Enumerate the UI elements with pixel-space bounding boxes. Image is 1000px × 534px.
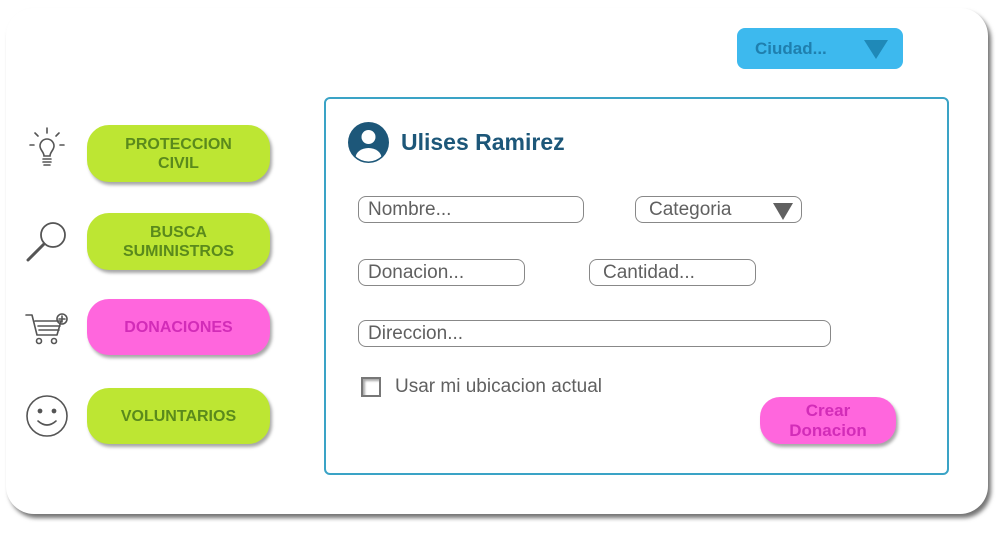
- donacion-placeholder: Donacion...: [368, 262, 465, 283]
- direccion-input[interactable]: Direccion...: [358, 320, 831, 347]
- city-dropdown[interactable]: Ciudad...: [737, 28, 903, 69]
- nav-proteccion-civil-label-2: CIVIL: [158, 154, 199, 172]
- user-name: Ulises Ramirez: [401, 129, 565, 155]
- create-donation-label-2: Donacion: [789, 420, 867, 440]
- cantidad-placeholder: Cantidad...: [603, 262, 695, 283]
- categoria-select[interactable]: Categoria: [635, 196, 802, 223]
- lightbulb-icon: [29, 127, 65, 166]
- nav-donaciones-button[interactable]: DONACIONES: [87, 299, 270, 355]
- create-donation-label-1: Crear: [805, 400, 851, 420]
- magnifier-icon: [26, 222, 66, 262]
- nav-voluntarios-label: VOLUNTARIOS: [120, 407, 237, 425]
- nav-busca-suministros-label-1: BUSCA: [150, 223, 207, 241]
- nav-donaciones-label: DONACIONES: [124, 318, 233, 336]
- nav-busca-suministros-button[interactable]: BUSCA SUMINISTROS: [87, 213, 270, 270]
- create-donation-button[interactable]: Crear Donacion: [760, 397, 896, 444]
- cart-add-icon: [25, 313, 68, 345]
- use-location-label: Usar mi ubicacion actual: [395, 376, 602, 397]
- nombre-input[interactable]: Nombre...: [358, 196, 584, 223]
- nombre-placeholder: Nombre...: [368, 199, 452, 220]
- use-location-checkbox[interactable]: [361, 377, 381, 397]
- smiley-icon: [26, 395, 68, 437]
- nav-busca-suministros-label-2: SUMINISTROS: [122, 242, 235, 260]
- donacion-input[interactable]: Donacion...: [358, 259, 525, 286]
- cantidad-input[interactable]: Cantidad...: [589, 259, 756, 286]
- user-avatar-icon: [348, 122, 389, 163]
- nav-proteccion-civil-label-1: PROTECCION: [125, 135, 232, 153]
- nav-voluntarios-button[interactable]: VOLUNTARIOS: [87, 388, 270, 444]
- city-dropdown-label: Ciudad...: [755, 39, 827, 58]
- categoria-value: Categoria: [649, 199, 732, 220]
- direccion-placeholder: Direccion...: [368, 323, 464, 344]
- nav-proteccion-civil-button[interactable]: PROTECCION CIVIL: [87, 125, 270, 182]
- chevron-down-icon: [864, 40, 888, 59]
- chevron-down-icon: [773, 203, 793, 220]
